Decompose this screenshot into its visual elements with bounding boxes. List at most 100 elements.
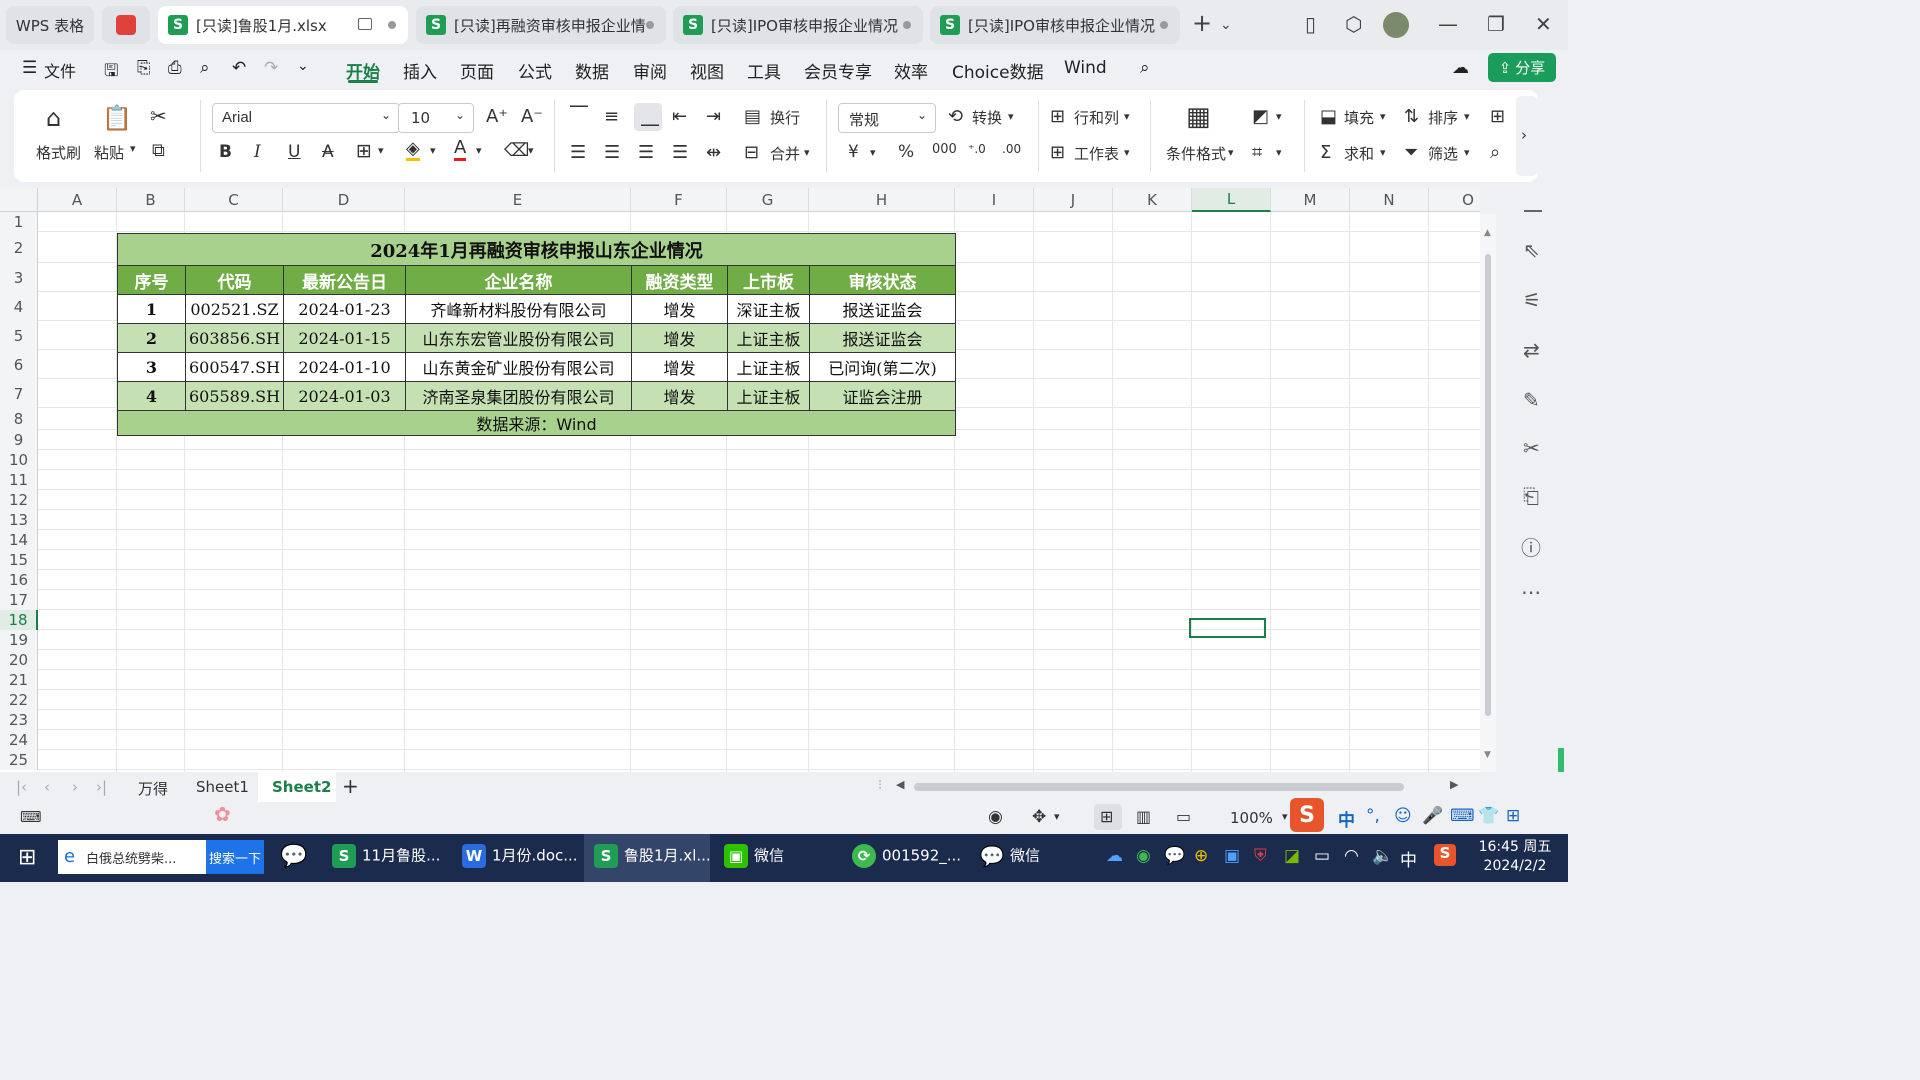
sort-icon[interactable]: ⇅ [1404, 106, 1419, 127]
save-icon[interactable]: 🖫 [104, 58, 118, 87]
row-header-16[interactable]: 16 [0, 570, 38, 590]
table-cell[interactable]: 已问询(第二次) [809, 352, 956, 382]
chevron-down-icon[interactable]: ▾ [1464, 146, 1470, 159]
close-dot-icon[interactable] [1160, 21, 1168, 29]
onedrive-icon[interactable]: ☁ [1106, 846, 1123, 866]
table-cell[interactable]: 2 [117, 323, 186, 353]
paste-button[interactable]: 粘贴 [94, 142, 124, 163]
tray-plus-icon[interactable]: ⊕ [1194, 846, 1208, 866]
chevron-down-icon[interactable]: ▾ [1124, 146, 1130, 159]
scroll-down-icon[interactable]: ▼ [1484, 750, 1491, 760]
table-cell[interactable]: 605589.SH [185, 381, 284, 411]
column-header-J[interactable]: J [1034, 188, 1113, 212]
header-cell[interactable]: 企业名称 [405, 265, 632, 295]
emoji-icon[interactable]: ☺ [1394, 806, 1412, 826]
vertical-scrollbar[interactable]: ▲ ▼ [1480, 214, 1496, 772]
doc-tab-active[interactable]: S [只读]鲁股1月.xlsx [158, 6, 408, 44]
worksheet-button[interactable]: 工作表 [1074, 143, 1119, 164]
sheet-tab-sheet2[interactable]: Sheet2 [258, 772, 336, 802]
close-dot-icon[interactable] [646, 21, 654, 29]
zoom-level[interactable]: 100% [1230, 809, 1273, 827]
avatar[interactable] [1383, 12, 1409, 38]
taskbar-search-box[interactable]: e 白俄总统劈柴... [58, 840, 206, 874]
header-cell[interactable]: 审核状态 [809, 265, 956, 295]
row-header-12[interactable]: 12 [0, 490, 38, 510]
paste-icon[interactable]: 📋 [102, 104, 132, 132]
more-icon[interactable]: ⋯ [1521, 580, 1541, 604]
increase-decimal-icon[interactable]: ⁺.0 [968, 142, 986, 156]
align-center-icon[interactable]: ☰ [604, 142, 620, 163]
currency-icon[interactable]: ¥ [848, 142, 859, 162]
column-header-A[interactable]: A [38, 188, 117, 212]
strikethrough-icon[interactable]: A [322, 142, 334, 162]
row-header-8[interactable]: 8 [0, 408, 38, 430]
scrollbar-thumb[interactable] [1485, 254, 1491, 716]
table-cell[interactable]: 增发 [631, 352, 728, 382]
column-header-M[interactable]: M [1271, 188, 1350, 212]
percent-icon[interactable]: % [898, 142, 914, 162]
windows-start-icon[interactable]: ⊞ [18, 845, 36, 870]
page-break-icon[interactable]: ▭ [1176, 807, 1191, 826]
chevron-down-icon[interactable]: ▾ [378, 144, 384, 157]
row-header-21[interactable]: 21 [0, 670, 38, 690]
conditional-format-button[interactable]: 条件格式 [1166, 143, 1226, 164]
splitter-icon[interactable]: ⁝ [878, 778, 882, 793]
ribbon-scroll-right[interactable]: › [1516, 96, 1538, 176]
sheet-tab-wande[interactable]: 万得 [138, 778, 168, 799]
find-icon[interactable]: ⌕ [1490, 142, 1500, 163]
next-sheet-icon[interactable]: › [72, 778, 78, 796]
column-header-C[interactable]: C [185, 188, 283, 212]
tray-window-icon[interactable]: ▣ [1224, 846, 1240, 866]
convert-button[interactable]: 转换 [972, 107, 1002, 128]
table-cell[interactable]: 上证主板 [727, 352, 810, 382]
sogou-logo-icon[interactable]: S [1290, 798, 1324, 832]
page-layout-icon[interactable]: ▥ [1136, 807, 1151, 826]
align-top-icon[interactable]: ⎺ [570, 104, 588, 125]
merge-button[interactable]: 合并 [770, 143, 800, 164]
row-header-4[interactable]: 4 [0, 292, 38, 321]
merge-icon[interactable]: ⊟ [744, 142, 759, 163]
filter-icon[interactable]: ⏷ [1404, 142, 1418, 163]
row-header-15[interactable]: 15 [0, 550, 38, 570]
row-header-18[interactable]: 18 [0, 610, 38, 630]
row-header-17[interactable]: 17 [0, 590, 38, 610]
hscroll-left-icon[interactable]: ◀ [896, 778, 904, 791]
horizontal-scrollbar-thumb[interactable] [914, 783, 1404, 791]
source-note[interactable]: 数据来源：Wind [117, 410, 956, 436]
menu-tab-choice[interactable]: Choice数据 [952, 58, 1044, 83]
table-cell[interactable]: 002521.SZ [185, 294, 284, 324]
table-cell[interactable]: 报送证监会 [809, 294, 956, 324]
distribute-icon[interactable]: ⇹ [706, 142, 721, 163]
restore-icon[interactable]: ❐ [1487, 12, 1505, 36]
header-cell[interactable]: 代码 [185, 265, 284, 295]
align-bottom-button[interactable]: ⎽ [634, 103, 662, 131]
table-cell[interactable]: 2024-01-10 [283, 352, 406, 382]
eraser-icon[interactable]: ⌫ [504, 140, 529, 161]
hamburger-icon[interactable]: ☰ [22, 58, 37, 78]
ai-icon[interactable]: ✎ [1523, 388, 1540, 412]
border-icon[interactable]: ⊞ [356, 140, 372, 162]
chevron-down-icon[interactable]: ▾ [1282, 810, 1288, 823]
table-cell[interactable]: 600547.SH [185, 352, 284, 382]
column-header-G[interactable]: G [727, 188, 809, 212]
doc-tab[interactable]: S [只读]再融资审核申报企业情 [416, 6, 666, 44]
ime-mode-label[interactable]: 中 [1338, 806, 1355, 831]
last-sheet-icon[interactable]: ›| [96, 778, 107, 796]
new-tab-icon[interactable]: + [1192, 9, 1212, 37]
table-cell[interactable]: 证监会注册 [809, 381, 956, 411]
menu-tab-review[interactable]: 审阅 [633, 58, 667, 83]
row-header-3[interactable]: 3 [0, 263, 38, 292]
chevron-down-icon[interactable]: ▾ [1380, 110, 1386, 123]
row-header-9[interactable]: 9 [0, 430, 38, 450]
column-header-F[interactable]: F [631, 188, 727, 212]
worksheet-icon[interactable]: ⊞ [1050, 142, 1065, 163]
italic-button[interactable]: I [254, 142, 261, 162]
row-header-14[interactable]: 14 [0, 530, 38, 550]
first-sheet-icon[interactable]: |‹ [16, 778, 27, 796]
freeze-icon[interactable]: ⊞ [1490, 106, 1505, 127]
table-title[interactable]: 2024年1月再融资审核申报山东企业情况 [117, 233, 956, 266]
column-header-H[interactable]: H [809, 188, 955, 212]
help-icon[interactable]: ⓘ [1521, 532, 1541, 561]
punctuation-icon[interactable]: °, [1366, 806, 1380, 826]
row-header-6[interactable]: 6 [0, 350, 38, 379]
